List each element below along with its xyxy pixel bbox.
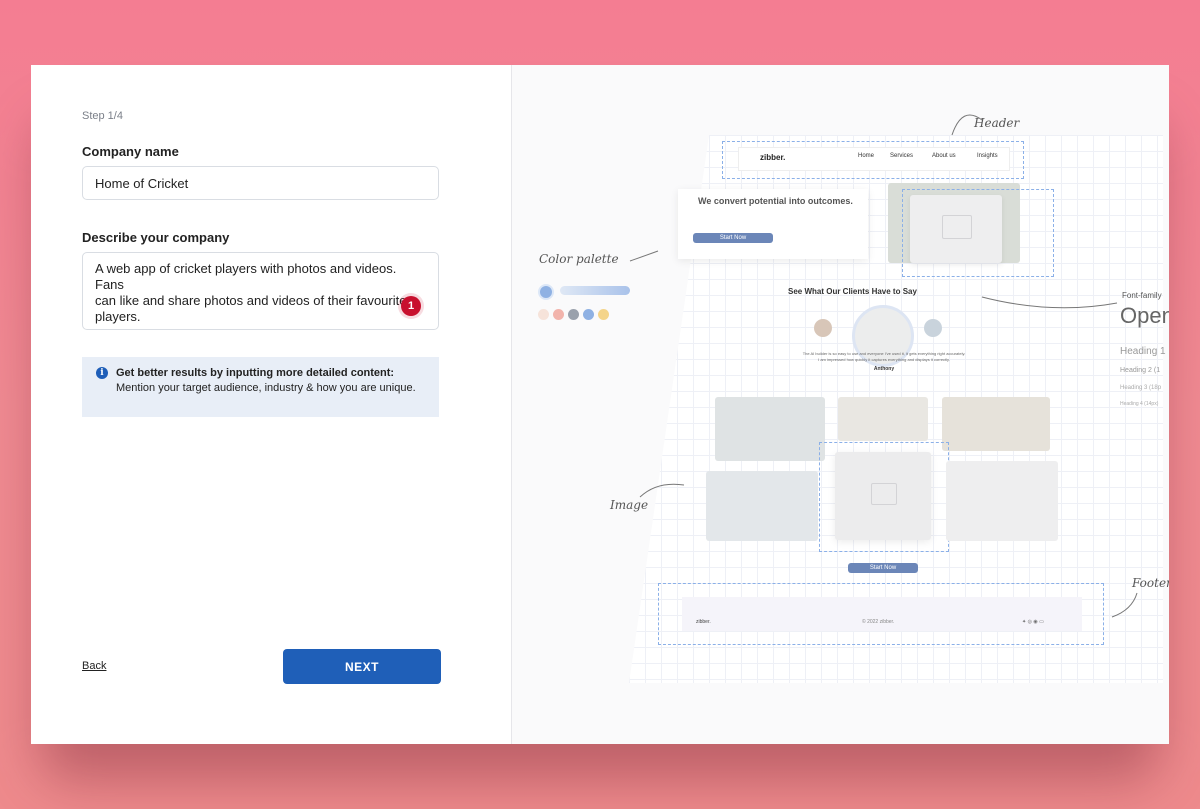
heading-3-sample: Heading 3 (18p [1120, 385, 1162, 391]
company-name-input[interactable]: Home of Cricket [82, 166, 439, 200]
step-indicator: Step 1/4 [82, 110, 123, 122]
gallery-button: Start Now [848, 563, 918, 573]
palette-swatch [598, 309, 609, 320]
spellcheck-badge[interactable]: 1 [401, 296, 421, 316]
back-link[interactable]: Back [82, 660, 106, 672]
form-panel: Step 1/4 Company name Home of Cricket De… [31, 65, 511, 744]
textarea-line-3: players. [95, 309, 141, 324]
company-name-label: Company name [82, 144, 179, 159]
palette-swatch [583, 309, 594, 320]
image-outline [819, 442, 949, 552]
avatar [924, 319, 942, 337]
heading-1-sample: Heading 1 [1120, 346, 1166, 357]
palette-selected-swatch [538, 284, 554, 300]
info-title: Get better results by inputting more det… [116, 367, 395, 379]
palette-gradient-bar [560, 286, 630, 295]
gallery-image [942, 397, 1050, 451]
testimonial-quote-2: I am impressed how quickly it captures e… [818, 357, 950, 362]
onboarding-window: Step 1/4 Company name Home of Cricket De… [31, 65, 1169, 744]
preview-panel: zibber. Home Services About us Insights … [511, 65, 1169, 744]
palette-swatch [538, 309, 549, 320]
describe-company-label: Describe your company [82, 230, 230, 245]
palette-swatch [553, 309, 564, 320]
textarea-line-2: can like and share photos and videos of … [95, 293, 407, 308]
next-button[interactable]: NEXT [283, 649, 441, 684]
font-sample: Open [1120, 303, 1169, 328]
describe-company-textarea[interactable]: A web app of cricket players with photos… [82, 252, 439, 330]
heading-2-sample: Heading 2 (1 [1120, 367, 1161, 374]
info-body: Mention your target audience, industry &… [116, 382, 416, 394]
gallery-image [706, 471, 818, 541]
gallery-image [715, 397, 825, 461]
testimonials-title: See What Our Clients Have to Say [788, 287, 917, 296]
palette-swatch [568, 309, 579, 320]
info-callout: i Get better results by inputting more d… [82, 357, 439, 417]
textarea-line-1: A web app of cricket players with photos… [95, 261, 397, 292]
avatar [814, 319, 832, 337]
gallery-image [946, 461, 1058, 541]
info-icon: i [96, 367, 108, 379]
testimonial-author: Anthony [873, 366, 895, 372]
footer-outline [658, 583, 1104, 645]
gallery-image [838, 397, 928, 441]
testimonial-quote-1: The AI builder is so easy to use and eve… [802, 351, 966, 356]
heading-4-sample: Heading 4 (14px) [1120, 401, 1159, 407]
